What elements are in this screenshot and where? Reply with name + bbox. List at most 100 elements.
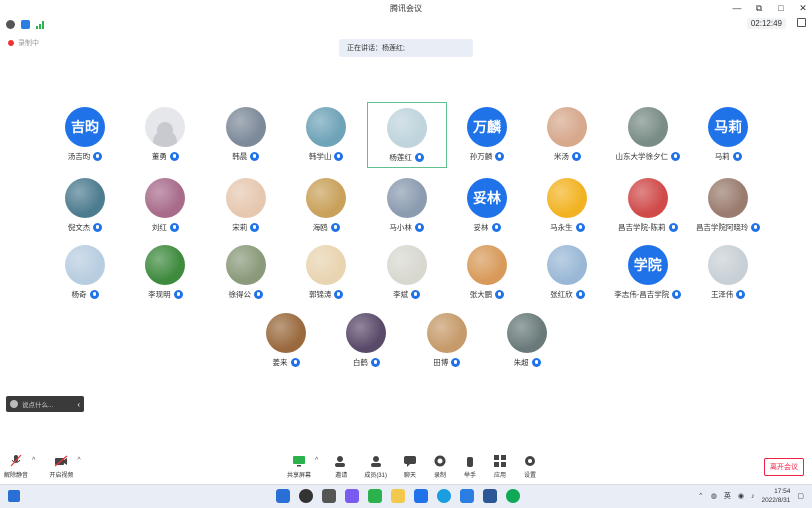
participant-name-row: 白鹤 (353, 357, 380, 368)
meeting-toolbar: 解除静音 ^ 开启视频 ^ 共享屏幕 ^ 邀请 成员(31) 聊天 录制 举手 应用 设置 离开… (0, 452, 812, 482)
participant-tile[interactable]: 杨奇 (45, 240, 125, 306)
participant-tile[interactable]: 刘红 (125, 173, 205, 239)
share-screen-icon (293, 456, 305, 467)
participant-tile[interactable]: 学院 李志伟-昌吉学院 (608, 240, 688, 306)
tray-chevron-icon[interactable]: ⌃ (698, 492, 704, 500)
participant-tile[interactable]: 董勇 (125, 102, 205, 168)
chat-quick-input[interactable]: 说点什么... ‹ (6, 396, 84, 412)
maximize-button[interactable]: □ (776, 0, 786, 16)
search-icon[interactable] (299, 489, 313, 503)
participant-tile[interactable]: 倪文杰 (45, 173, 125, 239)
task-view-icon[interactable] (322, 489, 336, 503)
volume-icon[interactable]: ♪ (751, 493, 755, 500)
recording-label: 录制中 (18, 40, 39, 47)
chevron-up-icon[interactable]: ^ (32, 457, 35, 479)
mic-icon (495, 290, 505, 299)
participant-tile[interactable]: 王泽伟 (688, 240, 768, 306)
collapse-chevron-icon[interactable]: ‹ (77, 400, 80, 409)
participant-tile[interactable]: 海鸥 (286, 173, 366, 239)
close-button[interactable]: ✕ (798, 0, 808, 16)
participant-name-row: 李斌 (393, 289, 421, 300)
participant-name-row: 海鸥 (313, 222, 340, 233)
participant-tile[interactable]: 杨莲红 (366, 102, 447, 168)
participant-tile[interactable]: 张红欣 (527, 240, 607, 306)
participant-tile[interactable]: 白鹤 (326, 308, 406, 374)
start-icon[interactable] (276, 489, 290, 503)
members-button[interactable]: 成员(31) (364, 455, 387, 479)
participant-name: 海鸥 (312, 223, 328, 232)
ime-indicator[interactable]: 英 (724, 491, 731, 501)
participant-name-row: 韩学山 (309, 151, 344, 162)
info-icon[interactable] (6, 20, 15, 29)
settings-button[interactable]: 设置 (523, 455, 537, 479)
chevron-up-icon[interactable]: ^ (315, 457, 318, 479)
participant-avatar (266, 313, 306, 353)
participant-tile[interactable]: 韩学山 (286, 102, 366, 168)
participant-name-row: 妥林 (474, 222, 501, 233)
share-screen-button[interactable]: 共享屏幕 (287, 455, 311, 479)
unmute-button[interactable]: 解除静音 (4, 455, 28, 479)
signal-icon[interactable] (36, 20, 45, 29)
minimize-button[interactable]: — (732, 0, 742, 16)
network-icon[interactable]: ◉ (738, 492, 744, 500)
word-icon[interactable] (483, 489, 497, 503)
camera-off-icon (54, 455, 68, 467)
participant-tile[interactable]: 李现明 (125, 240, 205, 306)
participant-tile[interactable]: 田博 (407, 308, 487, 374)
chat-button[interactable]: 聊天 (403, 455, 417, 479)
participant-name-row: 王泽伟 (711, 289, 746, 300)
participant-tile[interactable]: 韩晨 (206, 102, 286, 168)
participant-tile[interactable]: 姜来 (246, 308, 326, 374)
app-icon[interactable] (460, 489, 474, 503)
participant-tile[interactable]: 张大鹏 (447, 240, 527, 306)
participant-tile[interactable]: 万麟 孙万麟 (447, 102, 527, 168)
clock-date: 2022/8/31 (761, 497, 791, 504)
participant-tile[interactable]: 米汤 (527, 102, 607, 168)
participant-name-row: 徐得公 (229, 289, 264, 300)
tencent-meeting-icon[interactable] (414, 489, 428, 503)
chevron-up-icon[interactable]: ^ (77, 457, 80, 479)
show-desktop-icon[interactable] (8, 490, 20, 502)
participant-name-row: 韩晨 (232, 151, 260, 162)
participant-tile[interactable]: 马永生 (527, 173, 607, 239)
leave-meeting-button[interactable]: 离开会议 (764, 458, 804, 476)
browser-icon[interactable] (506, 489, 520, 503)
notification-icon[interactable]: ▢ (797, 492, 804, 500)
record-button[interactable]: 录制 (433, 455, 447, 479)
start-video-button[interactable]: 开启视频 (49, 455, 73, 479)
participant-tile[interactable]: 郭锦涛 (286, 240, 366, 306)
participant-tile[interactable]: 妥林 妥林 (447, 173, 527, 239)
fullscreen-icon[interactable] (797, 18, 806, 27)
mic-icon (414, 223, 424, 232)
edge-icon[interactable] (437, 489, 451, 503)
widgets-icon[interactable] (345, 489, 359, 503)
title-bar: 腾讯会议 — ⧉ □ ✕ (0, 0, 812, 16)
participant-tile[interactable]: 吉昀 汤吉昀 (45, 102, 125, 168)
shield-icon[interactable] (21, 20, 30, 29)
wechat-icon[interactable] (368, 489, 382, 503)
participant-tile[interactable]: 朱超 (487, 308, 567, 374)
restore-button[interactable]: ⧉ (754, 0, 764, 16)
participant-tile[interactable]: 李斌 (367, 240, 447, 306)
apps-button[interactable]: 应用 (493, 455, 507, 479)
participant-tile[interactable]: 昌吉学院阿晓玲 (688, 173, 768, 239)
raise-hand-button[interactable]: 举手 (463, 455, 477, 479)
participant-name-row: 山东大学徐夕仁 (616, 151, 681, 162)
clock[interactable]: 17:54 2022/8/31 (761, 487, 790, 505)
mic-icon (89, 290, 99, 299)
emoji-icon[interactable] (10, 400, 18, 408)
participant-tile[interactable]: 昌吉学院-陈莉 (608, 173, 688, 239)
participant-avatar (225, 178, 266, 218)
participant-name-row: 董勇 (152, 151, 179, 162)
mic-icon (732, 152, 742, 161)
participant-tile[interactable]: 马莉 马莉 (688, 102, 768, 168)
file-explorer-icon[interactable] (391, 489, 405, 503)
participant-tile[interactable]: 马小林 (367, 173, 447, 239)
apps-icon (493, 455, 506, 467)
participant-tile[interactable]: 山东大学徐夕仁 (608, 102, 688, 168)
tray-app-icon[interactable]: ◍ (711, 492, 717, 500)
invite-button[interactable]: 邀请 (334, 455, 348, 479)
participant-tile[interactable]: 宋莉 (206, 173, 286, 239)
participant-tile[interactable]: 徐得公 (206, 240, 286, 306)
participant-avatar (708, 178, 749, 218)
